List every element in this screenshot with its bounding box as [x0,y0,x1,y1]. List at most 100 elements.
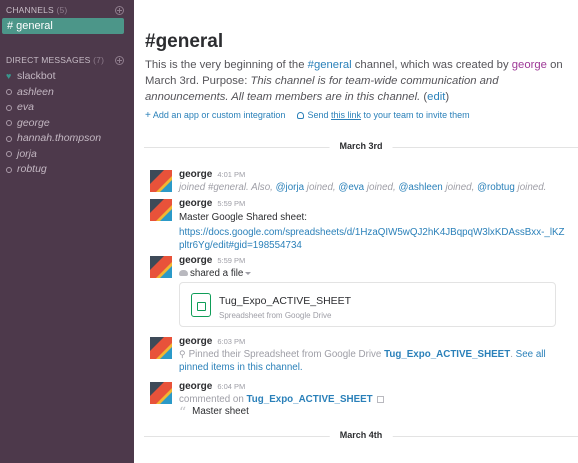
dm-item-ashleen[interactable]: ashleen [6,85,101,101]
message-author[interactable]: george [179,336,212,347]
meta-text: joined, [304,182,339,193]
dm-item-jorja[interactable]: jorja [6,147,101,163]
message-text: commented on Tug_Expo_ACTIVE_SHEET [179,393,566,406]
invite-label: to your team to invite them [363,110,470,120]
mention-link[interactable]: @ashleen [398,182,442,193]
mention-link[interactable]: @robtug [477,182,515,193]
message-body: george 5:59 PM Master Google Shared sheet… [179,197,566,252]
message-body: george 6:03 PM ⚲ Pinned their Spreadsheet … [179,335,566,374]
avatar[interactable] [150,170,172,192]
pin-icon: ⚲ [179,349,186,359]
message-body: george 5:59 PM shared a file [179,254,566,280]
mention-link[interactable]: @jorja [276,182,304,193]
comment-body: Master sheet [192,406,249,417]
dm-item-slackbot[interactable]: ♥ slackbot [6,69,101,85]
dm-name: hannah.thompson [17,132,102,144]
avatar[interactable] [150,256,172,278]
day-label: March 3rd [329,141,393,151]
mention-link[interactable]: @eva [338,182,364,193]
message-pane: #general This is the very beginning of t… [134,0,578,463]
this-link[interactable]: this link [331,110,361,120]
message-text: ⚲ Pinned their Spreadsheet from Google Dr… [179,348,566,374]
intro-text: This is the very beginning of the [145,59,308,71]
channel-item-general[interactable]: # general [2,18,124,34]
plus-icon: + [145,110,151,121]
edit-purpose-link[interactable]: edit [427,91,445,103]
comment-text: commented on [179,394,247,405]
message-author[interactable]: george [179,198,212,209]
away-icon [6,166,12,173]
avatar[interactable] [150,382,172,404]
dm-item-george[interactable]: george [6,116,101,132]
message-author[interactable]: george [179,255,212,266]
spreadsheet-url-link[interactable]: https://docs.google.com/spreadsheets/d/1… [179,227,565,251]
intro-text: channel, which was created by [351,59,512,71]
quote-icon: “ [179,405,187,421]
message-text: joined #general. Also, @jorja joined, @e… [179,181,566,194]
heart-icon: ♥ [6,71,12,82]
meta-text: joined #general. Also, [179,182,276,193]
message: george 4:01 PM joined #general. Also, @jo… [150,168,566,196]
intro-text: ) [445,91,450,103]
dm-item-robtug[interactable]: robtug [6,162,101,178]
message-text: Master Google Shared sheet: [179,212,307,223]
meta-text: joined, [442,182,478,193]
meta-text: joined. [514,182,547,193]
message-time[interactable]: 6:03 PM [217,337,245,346]
message-time[interactable]: 6:04 PM [217,382,245,391]
file-link[interactable]: Tug_Expo_ACTIVE_SHEET [384,349,510,360]
message-time[interactable]: 4:01 PM [217,170,245,179]
file-link[interactable]: Tug_Expo_ACTIVE_SHEET [247,394,373,405]
external-link-icon[interactable] [376,396,384,403]
add-integration-label: Add an app or custom integration [152,110,286,120]
away-icon [6,89,12,96]
day-divider: March 3rd [144,141,578,153]
dm-name: robtug [17,163,47,175]
dm-count: (7) [93,55,105,65]
shared-file-label: shared a file [190,268,244,279]
message: george 6:04 PM commented on Tug_Expo_ACTI… [150,380,566,422]
file-source: Spreadsheet from Google Drive [219,311,332,320]
message-author[interactable]: george [179,169,212,180]
channel-intro: This is the very beginning of the #gener… [145,57,570,105]
channels-header[interactable]: CHANNELS (5) [6,5,124,15]
message-body: george 4:01 PM joined #general. Also, @jo… [179,168,566,194]
meta-text: joined, [364,182,399,193]
message-time[interactable]: 5:59 PM [217,256,245,265]
google-sheets-icon [191,293,211,317]
add-channel-icon[interactable] [115,5,124,15]
file-card[interactable]: Tug_Expo_ACTIVE_SHEET Spreadsheet from G… [179,282,556,327]
dm-name: jorja [17,147,37,160]
message: george 5:59 PM Master Google Shared sheet… [150,197,566,252]
message-author[interactable]: george [179,381,212,392]
message: george 5:59 PM shared a file Tug_Expo_ACT… [150,254,566,330]
channel-actions: + Add an app or custom integration Send … [145,110,470,121]
dm-item-eva[interactable]: eva [6,100,101,116]
message: george 6:03 PM ⚲ Pinned their Spreadsheet … [150,335,566,375]
creator-link[interactable]: george [512,59,547,71]
dm-name: george [17,116,50,129]
pin-text: Pinned their Spreadsheet from Google Dri… [188,349,385,360]
file-name[interactable]: Tug_Expo_ACTIVE_SHEET [219,295,351,307]
away-icon [6,135,12,142]
channel-title: #general [145,31,224,52]
add-dm-icon[interactable] [115,55,124,65]
away-icon [6,151,12,158]
message-time[interactable]: 5:59 PM [217,199,245,208]
add-integration-link[interactable]: + Add an app or custom integration [145,110,285,121]
comment-quote: “ Master sheet [179,405,249,421]
avatar[interactable] [150,337,172,359]
dm-item-hannah-thompson[interactable]: hannah.thompson [6,131,101,147]
dm-name: eva [17,101,34,113]
caret-down-icon[interactable] [245,272,252,275]
dm-header[interactable]: DIRECT MESSAGES (7) [6,55,124,65]
day-label: March 4th [329,430,393,440]
shared-file-action[interactable]: shared a file [179,267,566,280]
avatar[interactable] [150,199,172,221]
dm-list: ♥ slackbot ashleen eva george hannah.thom… [6,69,101,178]
channel-link[interactable]: #general [308,59,352,71]
invite-link-action: Send this link to your team to invite th… [297,110,470,121]
message-body: george 6:04 PM commented on Tug_Expo_ACTI… [179,380,566,406]
dm-name: ashleen [17,85,54,98]
send-label: Send [307,110,329,120]
